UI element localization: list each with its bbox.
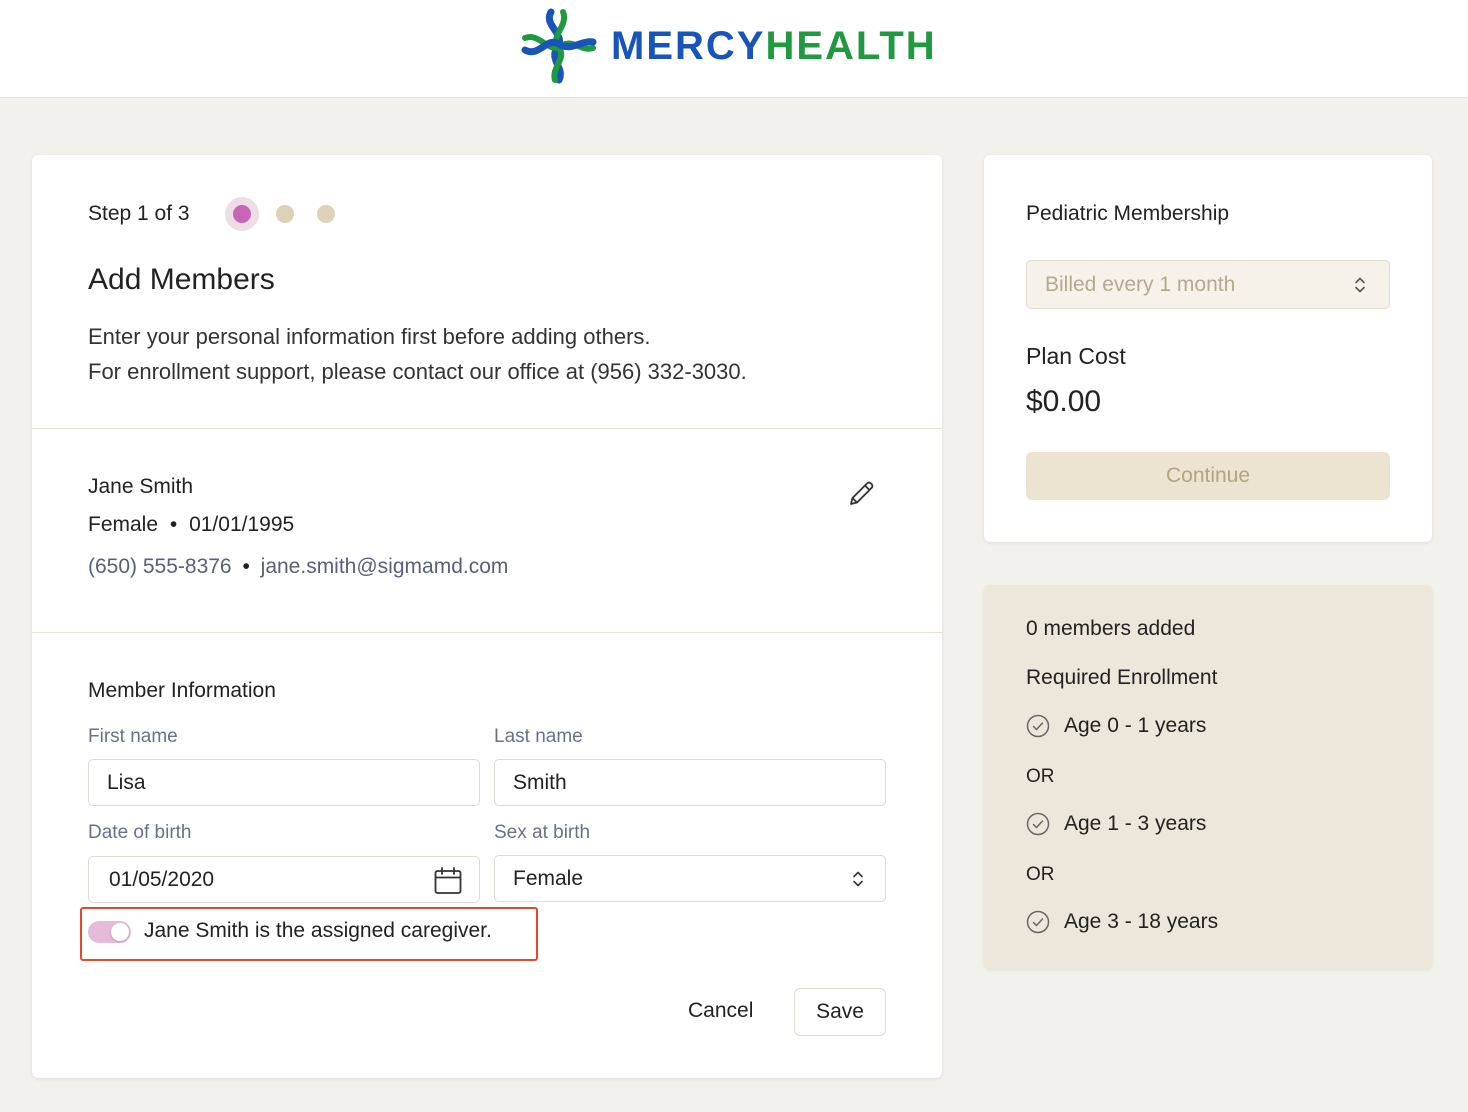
step-indicator-3 xyxy=(317,205,335,223)
chevron-up-down-icon xyxy=(853,871,863,887)
billing-frequency-select[interactable]: Billed every 1 month xyxy=(1026,260,1390,309)
age-option-label: Age 3 - 18 years xyxy=(1064,910,1219,933)
section-divider xyxy=(32,428,942,429)
page-title: Add Members xyxy=(88,263,275,296)
caregiver-toggle[interactable] xyxy=(88,921,131,943)
primary-member-dob: 01/01/1995 xyxy=(189,513,295,536)
enrollment-summary-card: 0 members added Required Enrollment Age … xyxy=(984,585,1432,969)
bullet-separator: • xyxy=(169,513,178,536)
caregiver-toggle-label: Jane Smith is the assigned caregiver. xyxy=(144,919,492,942)
intro-text: Enter your personal information first be… xyxy=(88,319,747,389)
primary-member-contact: (650) 555-8376 • jane.smith@sigmamd.com xyxy=(88,555,508,579)
brand-name-part1: MERCY xyxy=(611,24,766,68)
dob-label: Date of birth xyxy=(88,822,192,843)
first-name-input[interactable]: Lisa xyxy=(88,759,480,806)
last-name-value: Smith xyxy=(513,770,567,794)
brand-logo[interactable]: MERCYHEALTH xyxy=(521,8,937,84)
intro-line-1: Enter your personal information first be… xyxy=(88,324,651,349)
cancel-button[interactable]: Cancel xyxy=(688,999,753,1023)
last-name-input[interactable]: Smith xyxy=(494,759,886,806)
primary-member-sex: Female xyxy=(88,513,159,536)
billing-frequency-value: Billed every 1 month xyxy=(1045,272,1236,296)
or-separator: OR xyxy=(1026,766,1055,787)
sex-label: Sex at birth xyxy=(494,822,591,843)
age-option-label: Age 0 - 1 years xyxy=(1064,714,1207,737)
check-circle-icon xyxy=(1026,714,1050,738)
mercy-cross-logo-icon xyxy=(521,8,597,84)
members-added-count: 0 members added xyxy=(1026,617,1196,640)
plan-cost-label: Plan Cost xyxy=(1026,343,1126,369)
age-option-label: Age 1 - 3 years xyxy=(1064,812,1207,835)
section-divider xyxy=(32,632,942,633)
step-indicator-2 xyxy=(276,205,294,223)
primary-member-details: Female • 01/01/1995 xyxy=(88,513,294,537)
add-members-card: Step 1 of 3 Add Members Enter your perso… xyxy=(32,155,942,1078)
primary-member-name: Jane Smith xyxy=(88,475,194,498)
age-option-row: Age 3 - 18 years xyxy=(1026,910,1218,934)
intro-line-2: For enrollment support, please contact o… xyxy=(88,359,747,384)
pencil-icon[interactable] xyxy=(844,477,878,511)
save-button[interactable]: Save xyxy=(794,988,886,1036)
required-enrollment-title: Required Enrollment xyxy=(1026,666,1218,689)
step-label: Step 1 of 3 xyxy=(88,202,190,225)
member-info-title: Member Information xyxy=(88,679,276,702)
dob-value: 01/05/2020 xyxy=(109,867,215,891)
plan-title: Pediatric Membership xyxy=(1026,202,1230,225)
or-separator: OR xyxy=(1026,864,1055,885)
age-option-row: Age 0 - 1 years xyxy=(1026,714,1206,738)
continue-button[interactable]: Continue xyxy=(1026,452,1390,500)
dob-input[interactable]: 01/05/2020 xyxy=(88,856,480,903)
check-circle-icon xyxy=(1026,910,1050,934)
bullet-separator: • xyxy=(242,555,250,578)
calendar-icon[interactable] xyxy=(433,866,463,896)
brand-name-part2: HEALTH xyxy=(765,24,937,68)
first-name-label: First name xyxy=(88,726,178,747)
sex-select[interactable]: Female xyxy=(494,855,886,902)
brand-wordmark: MERCYHEALTH xyxy=(611,26,937,66)
step-indicator-1 xyxy=(233,205,251,223)
chevron-up-down-icon xyxy=(1355,277,1365,293)
first-name-value: Lisa xyxy=(107,770,146,794)
site-header: MERCYHEALTH xyxy=(0,0,1468,98)
last-name-label: Last name xyxy=(494,726,583,747)
toggle-knob xyxy=(111,923,129,941)
check-circle-icon xyxy=(1026,812,1050,836)
primary-member-email: jane.smith@sigmamd.com xyxy=(260,555,509,578)
primary-member-phone: (650) 555-8376 xyxy=(88,555,232,578)
sex-value: Female xyxy=(513,866,584,890)
age-option-row: Age 1 - 3 years xyxy=(1026,812,1206,836)
plan-card: Pediatric Membership Billed every 1 mont… xyxy=(984,155,1432,542)
plan-cost-value: $0.00 xyxy=(1026,385,1102,418)
